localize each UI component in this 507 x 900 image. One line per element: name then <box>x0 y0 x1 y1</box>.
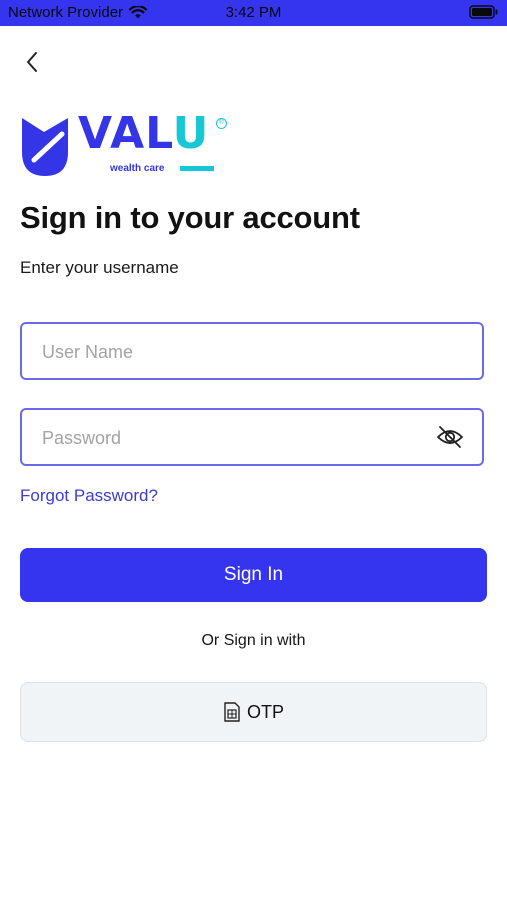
logo-wordmark-accent: U <box>172 108 210 159</box>
eye-off-icon[interactable] <box>436 425 464 449</box>
registered-mark-icon: ® <box>216 118 227 129</box>
forgot-password-link[interactable]: Forgot Password? <box>20 486 158 506</box>
status-bar: Network Provider 3:42 PM <box>0 0 507 26</box>
chevron-left-icon <box>27 52 37 72</box>
logo-wordmark-main: VAL <box>78 108 173 159</box>
sim-card-icon <box>224 702 240 722</box>
username-input[interactable] <box>40 324 424 380</box>
page-title: Sign in to your account <box>20 200 360 235</box>
status-time: 3:42 PM <box>225 4 282 21</box>
logo-accent-bar <box>180 166 214 171</box>
otp-label: OTP <box>246 701 284 722</box>
sign-in-button[interactable]: Sign In <box>20 548 487 602</box>
or-sign-in-with-text: Or Sign in with <box>201 632 306 649</box>
page-subtitle: Enter your username <box>20 258 179 277</box>
battery-icon <box>469 5 499 23</box>
logo-tagline: wealth care <box>110 163 165 174</box>
password-field <box>20 408 484 466</box>
logo-wordmark: VALU <box>78 112 209 156</box>
valu-logo: VALU ® wealth care <box>20 112 230 180</box>
username-field <box>20 322 484 380</box>
shield-logo-icon <box>22 118 68 176</box>
password-input[interactable] <box>40 410 424 466</box>
back-button[interactable] <box>18 48 46 76</box>
otp-button[interactable]: OTP <box>20 682 487 742</box>
